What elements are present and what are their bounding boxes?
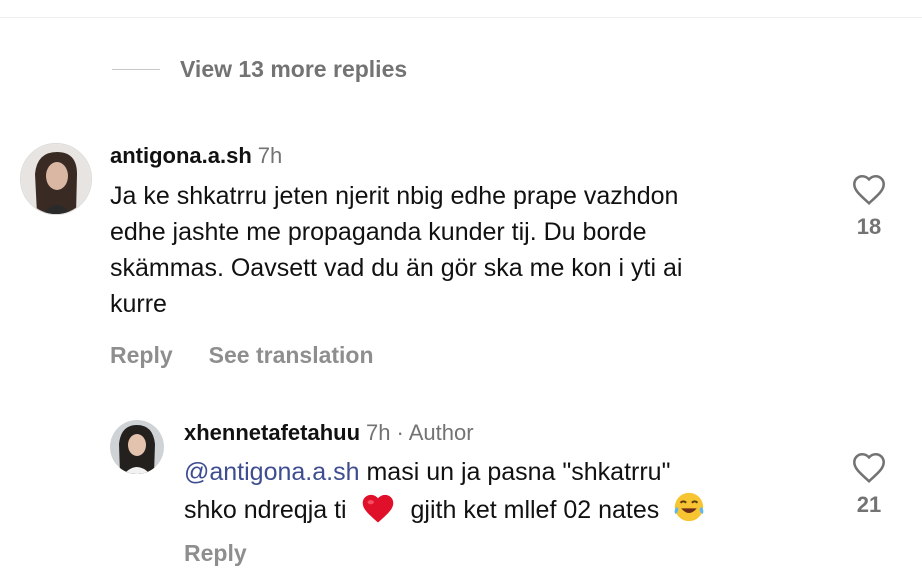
comment: antigona.a.sh 7h Ja ke shkatrru jeten nj… (110, 140, 830, 369)
like-count: 21 (856, 492, 882, 517)
view-more-replies-label[interactable]: View 13 more replies (180, 56, 407, 83)
separator-line (0, 17, 922, 18)
comment-line: gjith ket mllef 02 nates (410, 496, 660, 524)
avatar-photo (21, 144, 91, 214)
comment-line: Ja ke shkatrru jeten njerit nbig edhe pr… (110, 182, 679, 210)
comment-line: edhe jashte me propaganda kunder tij. Du… (110, 218, 647, 246)
author-badge: · Author (396, 420, 474, 445)
comment-line: shko ndreqja ti (184, 496, 347, 524)
comment-line: skämmas. Oavsett vad du än gör ska me ko… (110, 254, 683, 282)
comment-time: 7h (366, 420, 391, 445)
like-control: 18 (839, 172, 899, 240)
comment-text: @antigona.a.sh masi un ja pasna "shkatrr… (184, 454, 834, 528)
heart-outline-icon[interactable] (851, 172, 887, 206)
reply-button[interactable]: Reply (184, 540, 247, 567)
comment-line: masi un ja pasna "shkatrru" (359, 458, 671, 486)
comment-time: 7h (257, 143, 283, 168)
red-heart-emoji (362, 494, 393, 523)
comment-actions: Reply See translation (110, 342, 830, 369)
comment-line: kurre (110, 290, 167, 318)
avatar[interactable] (110, 420, 164, 474)
like-control: 21 (839, 450, 899, 518)
like-count: 18 (856, 214, 882, 239)
thread-line (112, 68, 160, 70)
see-translation-button[interactable]: See translation (209, 342, 374, 369)
comment-text: Ja ke shkatrru jeten njerit nbig edhe pr… (110, 178, 830, 322)
comment-username[interactable]: antigona.a.sh (110, 143, 252, 169)
reply-button[interactable]: Reply (110, 342, 173, 369)
tears-of-joy-emoji (674, 492, 704, 522)
mention-link[interactable]: @antigona.a.sh (184, 458, 360, 486)
comment: xhennetafetahuu 7h · Author @antigona.a.… (184, 418, 834, 567)
comment-username[interactable]: xhennetafetahuu (184, 420, 360, 446)
avatar-photo (110, 420, 164, 474)
heart-outline-icon[interactable] (851, 450, 887, 484)
view-more-replies[interactable]: View 13 more replies (112, 52, 407, 86)
avatar[interactable] (20, 143, 92, 215)
comment-actions: Reply (184, 540, 834, 567)
